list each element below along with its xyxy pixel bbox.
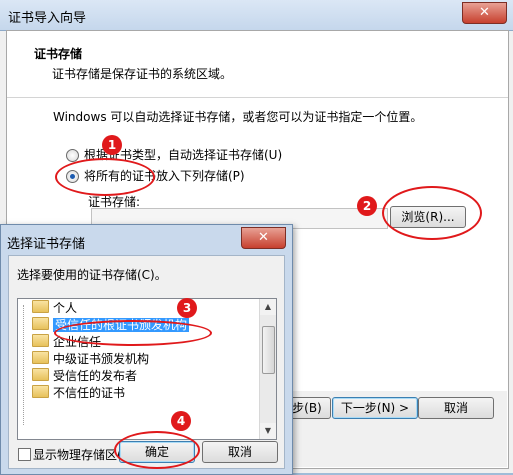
next-button[interactable]: 下一步(N) > — [332, 397, 418, 419]
show-physical-stores-checkbox[interactable] — [18, 448, 31, 461]
instruction-text: Windows 可以自动选择证书存储，或者您可以为证书指定一个位置。 — [53, 110, 423, 124]
folder-icon — [32, 385, 49, 398]
folder-icon — [32, 334, 49, 347]
tree-item-trusted-publishers[interactable]: 受信任的发布者 — [32, 368, 137, 385]
tree-scrollbar[interactable]: ▲ ▼ — [259, 299, 276, 439]
scroll-up-arrow-icon[interactable]: ▲ — [260, 299, 276, 315]
tree-item-intermediate-ca[interactable]: 中级证书颁发机构 — [32, 351, 149, 368]
tree-guide-lines — [23, 305, 25, 425]
wizard-cancel-button[interactable]: 取消 — [418, 397, 494, 419]
wizard-title: 证书导入向导 — [8, 11, 87, 26]
annotation-badge-2: 2 — [357, 196, 377, 216]
dialog-title: 选择证书存储 — [7, 237, 86, 252]
annotation-ring-radio — [55, 158, 155, 196]
folder-icon — [32, 351, 49, 364]
folder-icon — [32, 368, 49, 381]
annotation-badge-1: 1 — [102, 135, 122, 155]
wizard-titlebar: 证书导入向导 ✕ — [0, 0, 513, 31]
annotation-badge-4: 4 — [171, 411, 191, 431]
wizard-header: 证书存储 证书存储是保存证书的系统区域。 — [7, 31, 508, 98]
section-description: 证书存储是保存证书的系统区域。 — [52, 67, 233, 81]
dialog-cancel-button[interactable]: 取消 — [202, 441, 278, 463]
annotation-ring-trusted-root — [54, 320, 212, 346]
folder-icon — [32, 317, 49, 330]
select-store-dialog: 选择证书存储 ✕ 选择要使用的证书存储(C)。 个人 受信任的根证书颁发机构 企… — [0, 224, 293, 475]
scroll-down-arrow-icon[interactable]: ▼ — [260, 423, 276, 439]
tree-item-personal[interactable]: 个人 — [32, 300, 77, 317]
folder-icon — [32, 300, 49, 313]
tree-item-untrusted-certificates[interactable]: 不信任的证书 — [32, 385, 125, 402]
dialog-close-button[interactable]: ✕ — [241, 227, 286, 249]
scroll-thumb[interactable] — [262, 326, 275, 374]
annotation-badge-3: 3 — [177, 298, 197, 318]
wizard-close-button[interactable]: ✕ — [462, 2, 507, 24]
annotation-ring-ok — [114, 431, 200, 469]
annotation-ring-browse — [382, 186, 482, 240]
dialog-prompt: 选择要使用的证书存储(C)。 — [17, 268, 167, 282]
section-title: 证书存储 — [34, 47, 83, 61]
